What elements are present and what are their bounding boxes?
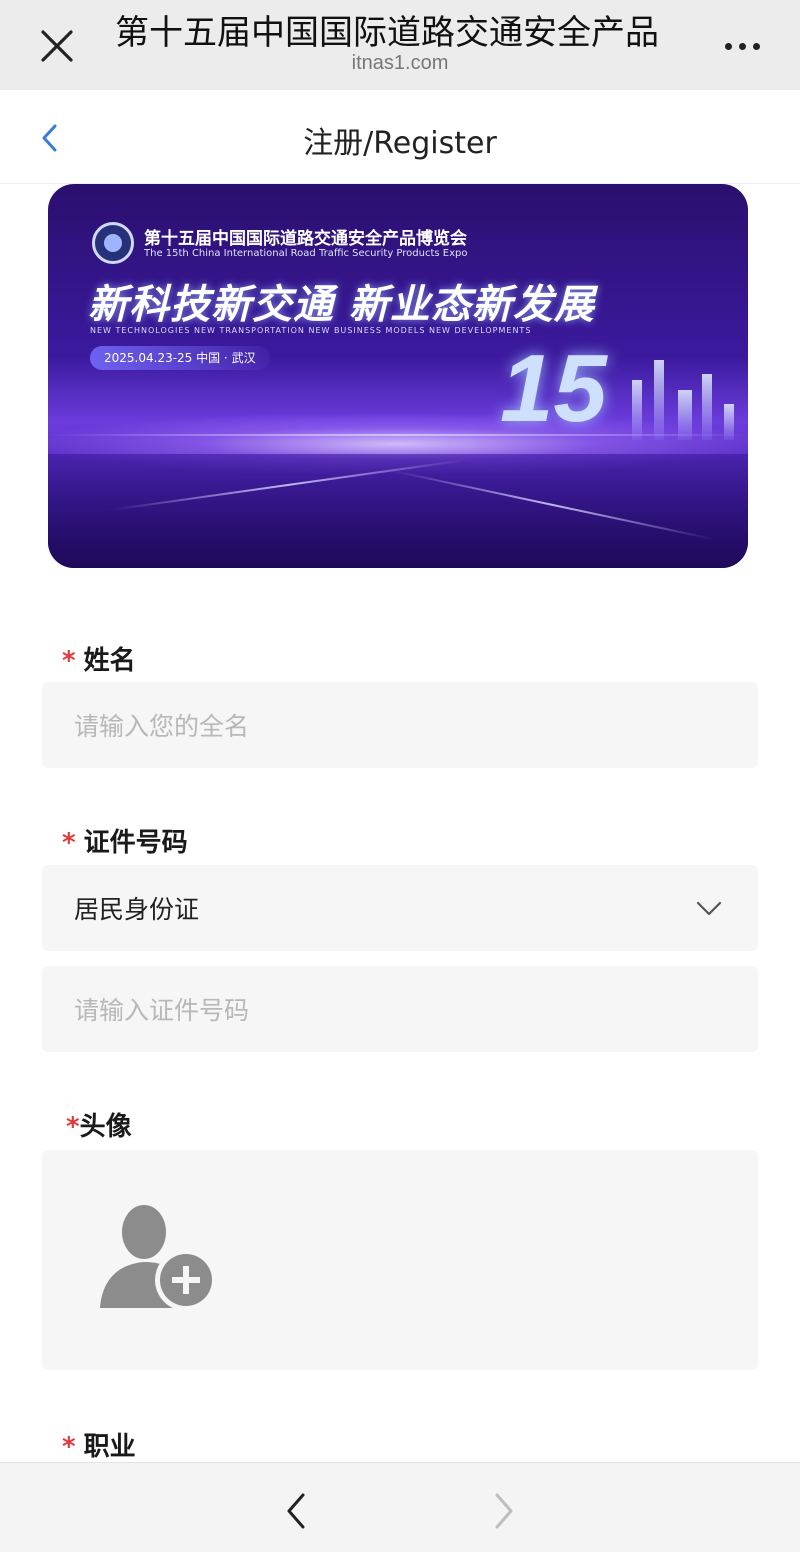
required-mark: * bbox=[62, 646, 76, 676]
id-label-text: 证件号码 bbox=[83, 828, 188, 858]
light-line bbox=[48, 434, 748, 436]
banner-title-cn: 第十五届中国国际道路交通安全产品博览会 bbox=[144, 229, 467, 249]
add-user-icon[interactable] bbox=[98, 1202, 220, 1312]
name-label: * 姓名 bbox=[62, 640, 136, 677]
avatar-label: *头像 bbox=[66, 1106, 132, 1143]
banner-title-en: The 15th China International Road Traffi… bbox=[144, 248, 468, 259]
required-mark: * bbox=[62, 828, 76, 858]
occupation-label-text: 职业 bbox=[83, 1432, 136, 1462]
occupation-label: * 职业 bbox=[62, 1426, 136, 1463]
browser-bar: 第十五届中国国际道路交通安全产品 itnas1.com bbox=[0, 0, 800, 90]
chevron-down-icon bbox=[696, 901, 722, 916]
id-number-input[interactable]: 请输入证件号码 bbox=[42, 966, 758, 1052]
id-label: * 证件号码 bbox=[62, 822, 188, 859]
skyline-building bbox=[654, 360, 664, 440]
required-mark: * bbox=[66, 1112, 80, 1142]
id-type-value: 居民身份证 bbox=[74, 895, 200, 924]
required-mark: * bbox=[62, 1432, 76, 1462]
skyline-building bbox=[724, 404, 734, 440]
expo-banner: 第十五届中国国际道路交通安全产品博览会 The 15th China Inter… bbox=[48, 184, 748, 568]
chevron-left-icon bbox=[287, 1493, 305, 1529]
chevron-right-icon bbox=[495, 1493, 513, 1529]
skyline-building bbox=[702, 374, 712, 440]
nav-back-button[interactable] bbox=[276, 1491, 316, 1531]
browser-url: itnas1.com bbox=[351, 52, 449, 74]
more-icon[interactable] bbox=[712, 24, 772, 68]
name-label-text: 姓名 bbox=[83, 646, 136, 676]
bottom-nav-bar bbox=[0, 1462, 800, 1552]
banner-date: 2025.04.23-25 中国 · 武汉 bbox=[90, 346, 270, 370]
name-input[interactable]: 请输入您的全名 bbox=[42, 682, 758, 768]
id-number-placeholder: 请输入证件号码 bbox=[74, 996, 250, 1025]
expo-logo bbox=[92, 222, 134, 264]
page-title: 注册/Register bbox=[303, 126, 497, 161]
id-type-select[interactable]: 居民身份证 bbox=[42, 865, 758, 951]
skyline-building bbox=[632, 380, 642, 440]
browser-title: 第十五届中国国际道路交通安全产品 bbox=[115, 13, 659, 53]
avatar-label-text: 头像 bbox=[79, 1112, 132, 1142]
skyline-building bbox=[678, 390, 692, 440]
banner-slogan-en: NEW TECHNOLOGIES NEW TRANSPORTATION NEW … bbox=[90, 326, 532, 335]
avatar-upload-area[interactable] bbox=[42, 1150, 758, 1370]
banner-slogan: 新科技新交通 新业态新发展 bbox=[88, 282, 595, 328]
name-placeholder: 请输入您的全名 bbox=[74, 712, 250, 741]
page-header: 注册/Register bbox=[0, 90, 800, 184]
nav-forward-button[interactable] bbox=[484, 1491, 524, 1531]
banner-edition-number: 15 bbox=[500, 335, 607, 442]
